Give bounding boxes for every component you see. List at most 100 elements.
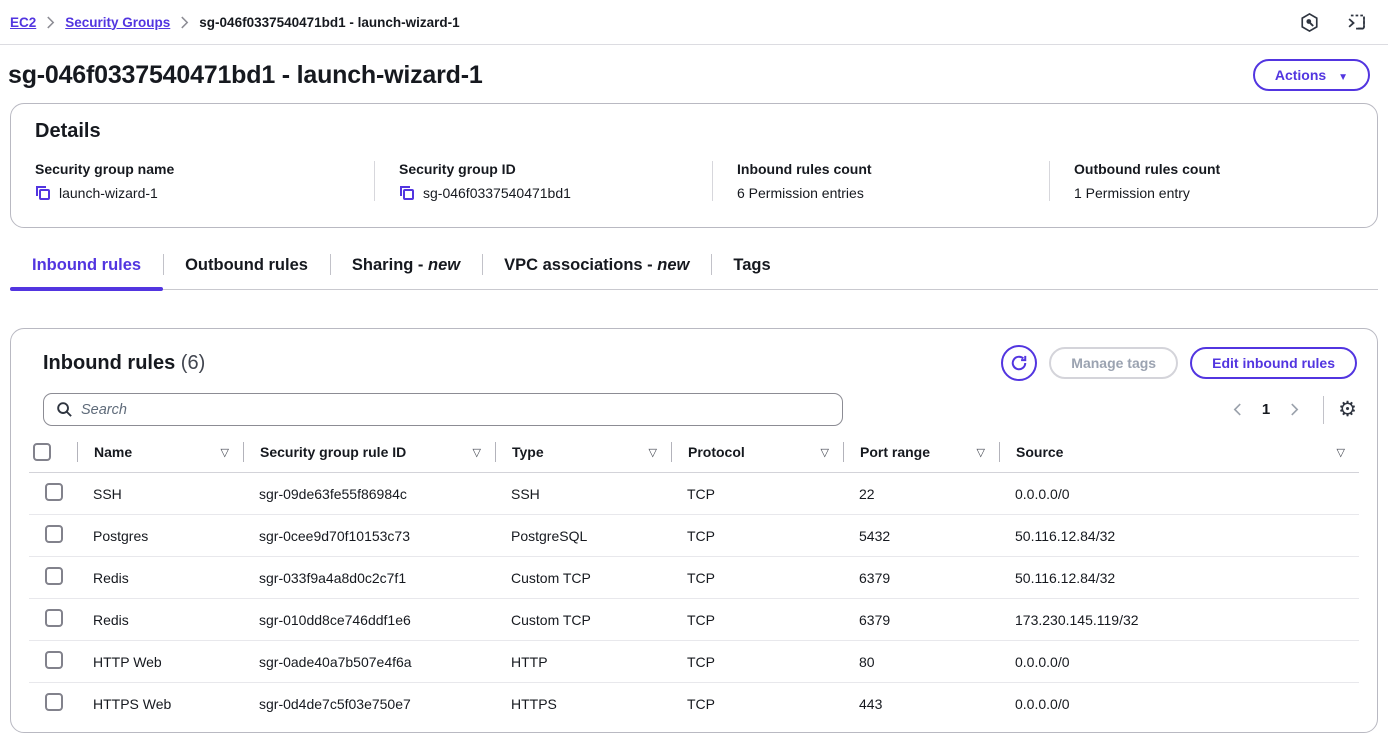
- tab-vpc-associations[interactable]: VPC associations - new: [482, 246, 711, 289]
- cell-source: 50.116.12.84/32: [999, 557, 1359, 599]
- cell-name: Redis: [77, 599, 243, 641]
- field-inbound-rules-count: Inbound rules count 6 Permission entries: [712, 161, 1049, 201]
- sort-icon[interactable]: ▽: [649, 446, 657, 459]
- cell-protocol: TCP: [671, 641, 843, 683]
- sort-icon[interactable]: ▽: [1337, 446, 1345, 459]
- cell-source: 0.0.0.0/0: [999, 683, 1359, 725]
- sort-icon[interactable]: ▽: [221, 446, 229, 459]
- cell-name: HTTP Web: [77, 641, 243, 683]
- breadcrumb-bar: EC2 Security Groups sg-046f0337540471bd1…: [0, 0, 1388, 45]
- chevron-right-icon: [46, 16, 55, 29]
- field-value-text: 1 Permission entry: [1074, 185, 1190, 201]
- tab-new-badge: new: [657, 256, 689, 275]
- search-box[interactable]: [43, 393, 843, 426]
- tab-outbound-rules[interactable]: Outbound rules: [163, 246, 330, 289]
- tab-sharing[interactable]: Sharing - new: [330, 246, 482, 289]
- breadcrumb-link-ec2[interactable]: EC2: [10, 15, 36, 30]
- cell-source: 50.116.12.84/32: [999, 515, 1359, 557]
- breadcrumb-current: sg-046f0337540471bd1 - launch-wizard-1: [199, 15, 459, 30]
- table-row[interactable]: Postgres sgr-0cee9d70f10153c73 PostgreSQ…: [29, 515, 1359, 557]
- row-checkbox[interactable]: [45, 567, 63, 585]
- manage-tags-button[interactable]: Manage tags: [1049, 347, 1178, 379]
- field-outbound-rules-count: Outbound rules count 1 Permission entry: [1049, 161, 1353, 201]
- chevron-right-icon: [180, 16, 189, 29]
- select-all-checkbox[interactable]: [33, 443, 51, 461]
- column-header-protocol[interactable]: Protocol: [688, 444, 745, 460]
- row-checkbox[interactable]: [45, 525, 63, 543]
- cell-protocol: TCP: [671, 557, 843, 599]
- cell-name: HTTPS Web: [77, 683, 243, 725]
- tab-label: VPC associations -: [504, 256, 657, 275]
- inbound-rules-count: (6): [181, 352, 205, 374]
- cell-source: 173.230.145.119/32: [999, 599, 1359, 641]
- actions-button[interactable]: Actions ▼: [1253, 59, 1370, 91]
- field-label: Outbound rules count: [1074, 161, 1333, 177]
- tabs: Inbound rules Outbound rules Sharing - n…: [10, 246, 1378, 290]
- actions-button-label: Actions: [1275, 67, 1326, 83]
- cell-port-range: 22: [843, 473, 999, 515]
- tab-new-badge: new: [428, 256, 460, 275]
- settings-gear-icon[interactable]: ⚙: [1338, 399, 1357, 420]
- edit-inbound-rules-button[interactable]: Edit inbound rules: [1190, 347, 1357, 379]
- tab-label: Outbound rules: [185, 256, 308, 275]
- column-header-source[interactable]: Source: [1016, 444, 1063, 460]
- table-row[interactable]: SSH sgr-09de63fe55f86984c SSH TCP 22 0.0…: [29, 473, 1359, 515]
- column-header-port-range[interactable]: Port range: [860, 444, 930, 460]
- previous-page-button[interactable]: [1223, 399, 1252, 420]
- row-checkbox[interactable]: [45, 693, 63, 711]
- divider: [1323, 396, 1324, 424]
- tab-label: Sharing -: [352, 256, 428, 275]
- page-header: sg-046f0337540471bd1 - launch-wizard-1 A…: [0, 45, 1388, 103]
- row-checkbox[interactable]: [45, 483, 63, 501]
- cell-type: SSH: [495, 473, 671, 515]
- cell-port-range: 5432: [843, 515, 999, 557]
- row-checkbox[interactable]: [45, 651, 63, 669]
- cloudshell-icon[interactable]: [1346, 12, 1368, 33]
- field-label: Inbound rules count: [737, 161, 1029, 177]
- copy-icon[interactable]: [35, 185, 51, 201]
- cell-name: Postgres: [77, 515, 243, 557]
- sort-icon[interactable]: ▽: [821, 446, 829, 459]
- table-row[interactable]: Redis sgr-010dd8ce746ddf1e6 Custom TCP T…: [29, 599, 1359, 641]
- sort-icon[interactable]: ▽: [473, 446, 481, 459]
- row-checkbox[interactable]: [45, 609, 63, 627]
- cell-type: Custom TCP: [495, 599, 671, 641]
- cell-protocol: TCP: [671, 599, 843, 641]
- table-row[interactable]: Redis sgr-033f9a4a8d0c2c7f1 Custom TCP T…: [29, 557, 1359, 599]
- field-value-text: launch-wizard-1: [59, 185, 158, 201]
- column-header-rule-id[interactable]: Security group rule ID: [260, 444, 406, 460]
- breadcrumb-link-security-groups[interactable]: Security Groups: [65, 15, 170, 30]
- field-security-group-id: Security group ID sg-046f0337540471bd1: [374, 161, 712, 201]
- field-security-group-name: Security group name launch-wizard-1: [35, 161, 374, 201]
- cell-source: 0.0.0.0/0: [999, 473, 1359, 515]
- cell-type: HTTP: [495, 641, 671, 683]
- cell-port-range: 6379: [843, 557, 999, 599]
- next-page-button[interactable]: [1280, 399, 1309, 420]
- inbound-rules-card: Inbound rules (6) Manage tags Edit inbou…: [10, 328, 1378, 733]
- cell-rule-id: sgr-010dd8ce746ddf1e6: [243, 599, 495, 641]
- tab-inbound-rules[interactable]: Inbound rules: [10, 246, 163, 289]
- cell-protocol: TCP: [671, 473, 843, 515]
- inbound-rules-heading: Inbound rules (6): [43, 352, 205, 375]
- amazon-q-icon[interactable]: [1299, 12, 1320, 33]
- cell-rule-id: sgr-033f9a4a8d0c2c7f1: [243, 557, 495, 599]
- details-card: Details Security group name launch-wizar…: [10, 103, 1378, 228]
- column-header-type[interactable]: Type: [512, 444, 544, 460]
- column-header-name[interactable]: Name: [94, 444, 132, 460]
- breadcrumb: EC2 Security Groups sg-046f0337540471bd1…: [10, 15, 460, 30]
- cell-rule-id: sgr-0ade40a7b507e4f6a: [243, 641, 495, 683]
- inbound-rules-table: Name ▽ Security group rule ID ▽ Type ▽ Prot…: [29, 434, 1359, 724]
- details-grid: Security group name launch-wizard-1 Secu…: [35, 161, 1353, 201]
- search-input[interactable]: [81, 402, 830, 418]
- cell-source: 0.0.0.0/0: [999, 641, 1359, 683]
- tab-tags[interactable]: Tags: [711, 246, 792, 289]
- copy-icon[interactable]: [399, 185, 415, 201]
- sort-icon[interactable]: ▽: [977, 446, 985, 459]
- page-number[interactable]: 1: [1256, 401, 1276, 418]
- table-row[interactable]: HTTPS Web sgr-0d4de7c5f03e750e7 HTTPS TC…: [29, 683, 1359, 725]
- table-row[interactable]: HTTP Web sgr-0ade40a7b507e4f6a HTTP TCP …: [29, 641, 1359, 683]
- refresh-button[interactable]: [1001, 345, 1037, 381]
- details-heading: Details: [35, 120, 1353, 143]
- cell-rule-id: sgr-09de63fe55f86984c: [243, 473, 495, 515]
- field-label: Security group name: [35, 161, 354, 177]
